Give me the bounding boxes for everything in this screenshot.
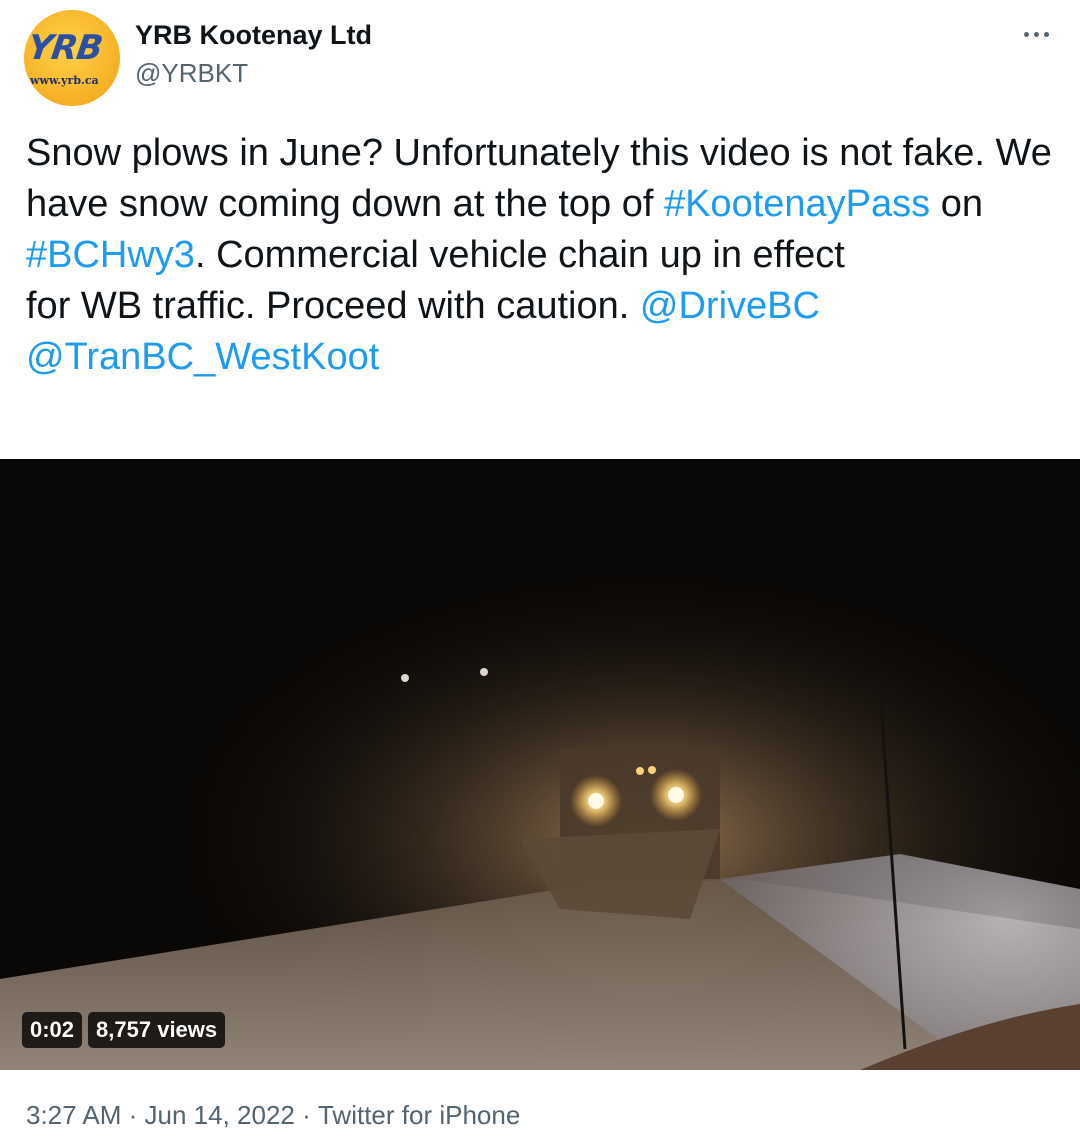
more-horizontal-icon (1023, 31, 1029, 37)
meta-separator: · (121, 1100, 145, 1130)
avatar-logo-text: YRB (25, 28, 105, 68)
tweet-time[interactable]: 3:27 AM (26, 1100, 121, 1131)
video-player[interactable] (0, 459, 1080, 1070)
more-horizontal-icon (1033, 31, 1039, 37)
user-handle[interactable]: @YRBKT (135, 58, 248, 89)
mention-link[interactable]: @DriveBC (640, 285, 820, 327)
hashtag-link[interactable]: #BCHwy3 (26, 234, 195, 276)
avatar[interactable]: YRB www.yrb.ca (24, 10, 120, 106)
video-badge: 0:02 8,757 views (22, 1012, 226, 1048)
video-elapsed-time: 0:02 (22, 1012, 83, 1048)
tweet-source[interactable]: Twitter for iPhone (318, 1100, 520, 1131)
video-frame (0, 459, 1080, 1070)
tweet-metadata: 3:27 AM · Jun 14, 2022 · Twitter for iPh… (26, 1100, 520, 1131)
display-name[interactable]: YRB Kootenay Ltd (135, 20, 372, 51)
video-view-count: 8,757 views (88, 1012, 226, 1048)
tweet: YRB www.yrb.ca YRB Kootenay Ltd @YRBKT S… (0, 0, 1080, 1142)
avatar-url-text: www.yrb.ca (30, 74, 99, 87)
meta-separator: · (294, 1100, 318, 1130)
tweet-date[interactable]: Jun 14, 2022 (145, 1100, 295, 1131)
more-horizontal-icon (1043, 31, 1049, 37)
tweet-text-segment: on (930, 183, 994, 225)
tweet-text: Snow plows in June? Unfortunately this v… (26, 128, 1056, 383)
more-options-button[interactable] (1016, 16, 1056, 52)
hashtag-link[interactable]: #KootenayPass (664, 183, 930, 225)
mention-link[interactable]: @TranBC_WestKoot (26, 336, 379, 378)
